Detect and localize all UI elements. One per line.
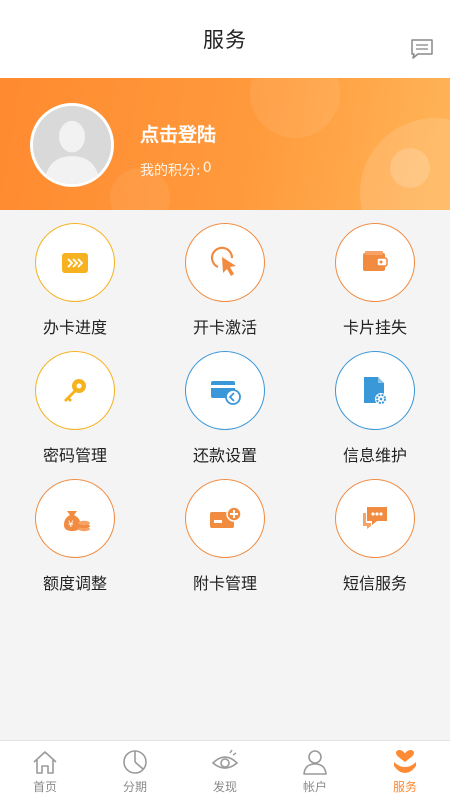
heart-hand-icon	[394, 750, 416, 773]
service-label: 密码管理	[42, 446, 107, 465]
pie-chart-icon	[123, 750, 147, 774]
service-icon-ring	[35, 351, 115, 430]
chat-icon	[363, 506, 387, 529]
service-icon-ring	[185, 479, 265, 558]
tab-label: 首页	[32, 780, 57, 794]
key-icon	[64, 378, 86, 402]
tab-installment[interactable]: 分期	[90, 741, 180, 800]
eye-icon	[211, 749, 239, 769]
card-refund-icon	[211, 380, 241, 405]
service-label: 短信服务	[342, 574, 407, 593]
forward-arrows-icon	[62, 252, 88, 273]
service-card-info[interactable]: 信息维护	[300, 338, 450, 466]
service-icon-ring	[185, 223, 265, 302]
service-icon-ring: ¥	[35, 479, 115, 558]
service-card-report-lost[interactable]: 卡片挂失	[300, 210, 450, 338]
points-value: 0	[202, 160, 212, 176]
service-card-activate[interactable]: 开卡激活	[150, 210, 300, 338]
service-label: 卡片挂失	[342, 318, 407, 337]
app-root: 服务 点击登陆 我的积分: 0 办卡进度 开卡激活 卡片挂失 密码管理 还款设置…	[0, 0, 450, 800]
service-icon-ring	[185, 351, 265, 430]
user-icon	[303, 750, 327, 775]
decor-bubble	[250, 78, 340, 138]
service-label: 还款设置	[192, 446, 257, 465]
service-label: 附卡管理	[192, 574, 257, 593]
header-bar: 服务	[0, 0, 450, 78]
default-avatar-icon	[33, 106, 111, 184]
avatar[interactable]	[30, 103, 114, 187]
tab-label: 分期	[122, 780, 147, 794]
service-card-sms[interactable]: 短信服务	[300, 466, 450, 594]
service-card-repayment[interactable]: 还款设置	[150, 338, 300, 466]
login-link[interactable]: 点击登陆	[140, 120, 216, 147]
bottom-tab-bar: 首页 分期 发现 帐户 服务	[0, 740, 450, 800]
profile-banner[interactable]: 点击登陆 我的积分: 0	[0, 78, 450, 210]
points-label: 我的积分:	[140, 163, 201, 179]
service-card-password[interactable]: 密码管理	[0, 338, 150, 466]
service-icon-ring	[335, 223, 415, 302]
home-icon	[33, 751, 57, 774]
service-label: 信息维护	[342, 446, 407, 465]
tab-service[interactable]: 服务	[360, 741, 450, 800]
tab-account[interactable]: 帐户	[270, 741, 360, 800]
service-icon-ring	[335, 351, 415, 430]
document-gear-icon	[364, 376, 387, 405]
tab-discover[interactable]: 发现	[180, 741, 270, 800]
service-label: 办卡进度	[42, 318, 107, 337]
wallet-icon	[363, 250, 388, 271]
service-label: 开卡激活	[192, 318, 257, 337]
decor-bubble	[390, 148, 430, 188]
message-icon[interactable]	[410, 38, 434, 60]
tab-label: 服务	[392, 780, 417, 794]
tab-home[interactable]: 首页	[0, 741, 90, 800]
service-card-supplementary[interactable]: 附卡管理	[150, 466, 300, 594]
service-card-progress[interactable]: 办卡进度	[0, 210, 150, 338]
service-icon-ring	[335, 479, 415, 558]
service-card-limit[interactable]: ¥ 额度调整	[0, 466, 150, 594]
money-bag-icon: ¥	[64, 510, 90, 531]
points-summary: 我的积分: 0	[140, 160, 212, 180]
svg-text:¥: ¥	[68, 520, 74, 530]
cursor-click-icon	[210, 246, 236, 276]
card-add-icon	[210, 505, 242, 528]
service-icon-ring	[35, 223, 115, 302]
page-title: 服务	[203, 28, 247, 52]
tab-label: 帐户	[302, 780, 327, 794]
tab-label: 发现	[212, 780, 237, 794]
service-label: 额度调整	[42, 574, 107, 593]
